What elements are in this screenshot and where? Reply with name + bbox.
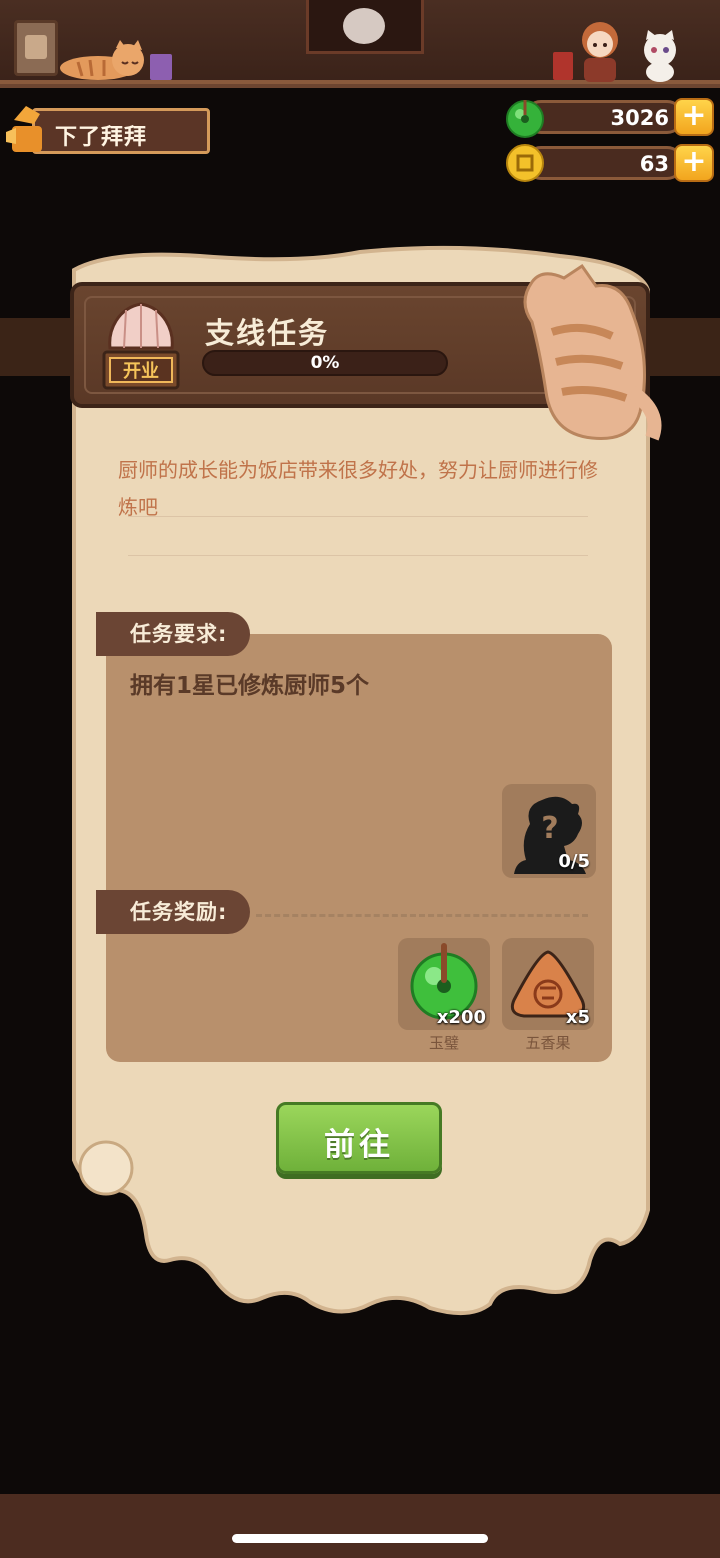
task-icon-label: 开业	[123, 361, 159, 382]
purple-cup-icon	[150, 54, 172, 80]
task-title: 支线任务	[205, 316, 330, 350]
jade-value: 3026	[610, 106, 669, 130]
player-avatar-icon	[6, 106, 42, 152]
jade-plate: 3026	[524, 100, 684, 134]
reward-name-fruit: 五香果	[525, 1034, 571, 1052]
home-indicator[interactable]	[232, 1534, 488, 1543]
requirement-text: 拥有1星已修炼厨师5个	[130, 673, 370, 699]
svg-text:?: ?	[541, 811, 558, 846]
player-name-plate: 下了拜拜	[32, 108, 210, 154]
requirement-count: 0/5	[558, 851, 590, 872]
coin-value: 63	[639, 152, 669, 176]
coin-plate: 63	[524, 146, 684, 180]
paw-frame-icon	[14, 20, 58, 76]
go-button[interactable]: 前往	[276, 1102, 442, 1174]
chef-girl-icon	[582, 22, 618, 82]
add-jade-button[interactable]: +	[674, 98, 714, 136]
task-progress-bar: 0%	[202, 350, 448, 376]
reward-count-jade: x200	[436, 1007, 486, 1028]
description-rules	[128, 516, 588, 596]
add-coin-button[interactable]: +	[674, 144, 714, 182]
bottom-bar	[0, 1494, 720, 1558]
go-button-label: 前往	[324, 1127, 394, 1163]
task-description: 厨师的成长能为饭店带来很多好处，努力让厨师进行修炼吧	[118, 458, 598, 519]
elder-portrait-icon	[306, 0, 424, 54]
jade-currency: 3026 +	[504, 96, 716, 138]
red-cup-icon	[553, 52, 573, 80]
jade-disc-icon	[506, 100, 544, 138]
coin-currency: 63 +	[504, 142, 716, 184]
reward-item-fruit[interactable]: x5	[502, 938, 594, 1030]
task-progress-text: 0%	[310, 353, 340, 373]
hanging-cat-icon	[523, 263, 662, 441]
copper-coin-icon	[506, 144, 544, 182]
reward-name-jade: 玉璧	[428, 1034, 459, 1052]
reward-heading: 任务奖励:	[96, 890, 250, 934]
player-badge[interactable]: 下了拜拜	[4, 102, 210, 156]
white-cat-icon	[644, 30, 676, 82]
requirement-chef-slot[interactable]: ? 0/5	[502, 784, 596, 878]
requirement-heading: 任务要求:	[96, 612, 250, 656]
top-shelf	[0, 0, 720, 88]
task-type-icon: 开业	[102, 302, 180, 390]
reward-divider	[256, 914, 588, 917]
reward-count-fruit: x5	[565, 1007, 590, 1028]
reward-item-jade[interactable]: x200	[398, 938, 490, 1030]
sleeping-cat-icon	[60, 40, 144, 80]
player-name: 下了拜拜	[55, 125, 148, 150]
